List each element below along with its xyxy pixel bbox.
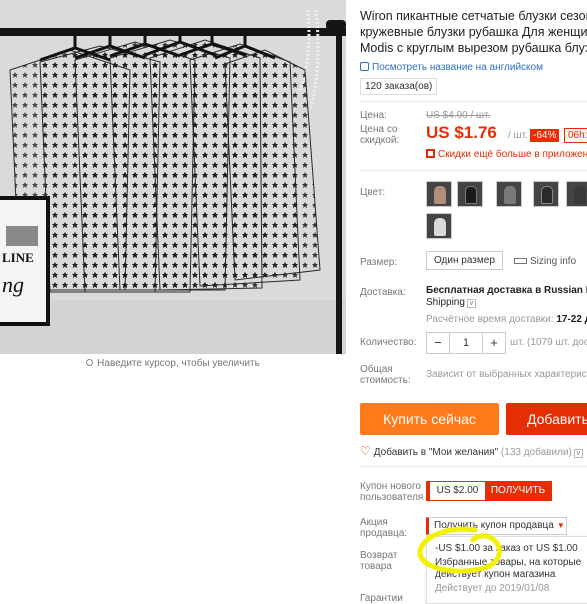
- zoom-hint: Наведите курсор, чтобы увеличить: [0, 358, 346, 369]
- discount-price-label: Цена со скидкой:: [360, 124, 400, 146]
- frame-text-1: LINE: [2, 250, 34, 265]
- return-label: Возврат товара: [360, 550, 398, 572]
- shipping-method-text: Shipping: [426, 297, 465, 308]
- delivery-time: Расчётное время доставки: 17-22 д: [426, 314, 587, 325]
- shipping-destination[interactable]: Бесплатная доставка в Russian Fed: [426, 285, 587, 296]
- delivery-time-value: 17-22 д: [556, 314, 587, 325]
- stock-note: шт. (1079 шт. досту: [510, 337, 587, 348]
- shipping-method[interactable]: Shipping v: [426, 297, 476, 308]
- quantity-decrease-button[interactable]: −: [427, 333, 449, 353]
- countdown-timer: 06h:: [564, 128, 587, 143]
- chevron-down-icon: v: [573, 449, 583, 458]
- sizing-info-link[interactable]: Sizing info: [514, 256, 576, 267]
- sizing-info-text: Sizing info: [530, 256, 577, 267]
- magnifier-icon: [86, 359, 94, 366]
- delivery-time-label: Расчётное время доставки:: [426, 314, 554, 325]
- color-label: Цвет:: [360, 187, 386, 198]
- quantity-stepper: − 1 +: [426, 332, 506, 354]
- quantity-increase-button[interactable]: +: [483, 333, 505, 353]
- total-price-label: Общая стоимость:: [360, 364, 411, 386]
- heart-icon: ♡: [360, 444, 371, 458]
- divider: [360, 170, 587, 171]
- chevron-down-icon: v: [466, 299, 476, 308]
- discount-badge: -64%: [530, 129, 560, 142]
- translate-title-text: Посмотреть название на английском: [372, 62, 543, 73]
- add-to-cart-button[interactable]: Добавить: [506, 403, 587, 435]
- divider: [360, 466, 587, 467]
- wishlist-count: (133 добавили): [500, 447, 572, 458]
- new-user-coupon-label: Купон нового пользователя: [360, 481, 424, 503]
- product-title-line: Wiron пикантные сетчатые блузки сезон:: [360, 9, 587, 23]
- total-price-note: Зависит от выбранных характерист: [426, 369, 587, 380]
- color-swatch[interactable]: [566, 181, 587, 207]
- quantity-input[interactable]: 1: [449, 333, 483, 353]
- size-label: Размер:: [360, 257, 398, 268]
- get-coupon-button[interactable]: ПОЛУЧИТЬ: [485, 482, 551, 500]
- orders-count[interactable]: 120 заказа(ов): [360, 78, 438, 95]
- size-option-one-size[interactable]: Один размер: [426, 251, 503, 270]
- product-main-image[interactable]: LINE ng: [0, 0, 346, 354]
- color-swatch[interactable]: [533, 181, 559, 207]
- color-swatch[interactable]: [496, 181, 522, 207]
- translate-icon: [360, 62, 369, 71]
- highlight-annotation: [417, 526, 502, 574]
- product-title-line: Modis с круглым вырезом рубашка блузка: [360, 41, 587, 55]
- translate-title-link[interactable]: Посмотреть название на английском: [360, 62, 543, 73]
- guarantee-label: Гарантии: [360, 593, 403, 604]
- color-swatch[interactable]: [457, 181, 483, 207]
- buy-now-button[interactable]: Купить сейчас: [360, 403, 499, 435]
- discount-price: US $1.76: [426, 123, 497, 142]
- quantity-label: Количество:: [360, 337, 417, 348]
- shipping-label: Доставка:: [360, 287, 406, 298]
- caret-down-icon: ▼: [556, 521, 565, 530]
- wishlist-text: Добавить в "Мои желания": [373, 447, 499, 458]
- frame-text-2: ng: [2, 272, 24, 297]
- color-swatch[interactable]: [426, 181, 452, 207]
- divider: [360, 101, 587, 102]
- new-user-coupon: US $2.00 ПОЛУЧИТЬ: [426, 481, 552, 501]
- product-photo: LINE ng: [0, 0, 346, 354]
- app-discount-link[interactable]: Скидки ещё больше в приложени: [426, 149, 587, 160]
- app-discount-text: Скидки ещё больше в приложени: [438, 149, 587, 160]
- color-swatch[interactable]: [426, 213, 452, 239]
- new-user-coupon-amount: US $2.00: [427, 482, 485, 500]
- zoom-hint-text: Наведите курсор, чтобы увеличить: [97, 358, 260, 369]
- qr-code-icon: [426, 149, 435, 158]
- coupon-expiry: Действует до 2019/01/08: [435, 583, 550, 594]
- price-unit: / шт.: [508, 130, 528, 141]
- price-label: Цена:: [360, 110, 387, 121]
- ruler-icon: [514, 258, 527, 264]
- product-title-line: кружевные блузки рубашка Для женщин: [360, 25, 587, 39]
- add-to-wishlist-link[interactable]: ♡ Добавить в "Мои желания" (133 добавили)…: [360, 444, 583, 458]
- product-info-panel: Wiron пикантные сетчатые блузки сезон: к…: [360, 0, 587, 604]
- seller-promo-label: Акция продавца:: [360, 517, 408, 539]
- original-price: US $4.90 / шт.: [426, 110, 491, 121]
- product-title: Wiron пикантные сетчатые блузки сезон: к…: [360, 8, 587, 56]
